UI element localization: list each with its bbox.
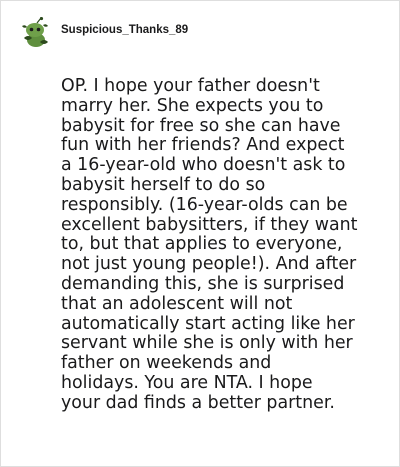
comment-line: responsibly. (16-year-olds can be [61,194,348,215]
comment-header: Suspicious_Thanks_89 [19,15,188,51]
comment-line: your dad finds a better partner. [61,392,335,413]
comment-line: excellent babysitters, if they want [61,214,358,235]
username-link[interactable]: Suspicious_Thanks_89 [61,24,188,36]
avatar[interactable] [19,16,53,50]
comment-line: automatically start acting like her [61,313,355,334]
comment-line: marry her. She expects you to [61,95,324,116]
comment-line: that an adolescent will not [61,293,293,314]
comment-line: a 16-year-old who doesn't ask to [61,155,346,176]
comment-line: to, but that applies to everyone, [61,234,343,255]
comment-line: not just young people!). And after [61,254,357,275]
comment-line: fun with her friends? And expect [61,135,345,156]
comment-line: OP. I hope your father doesn't [61,76,320,96]
comment-card: Suspicious_Thanks_89 OP. I hope your fat… [0,0,400,467]
comment-line: servant while she is only with her [61,333,353,354]
comment-body: OP. I hope your father doesn't marry her… [61,76,397,414]
comment-line: babysit for free so she can have [61,115,341,136]
snoo-avatar-icon [19,16,53,50]
comment-line: demanding this, she is surprised [61,273,345,294]
comment-line: holidays. You are NTA. I hope [61,372,313,393]
comment-line: father on weekends and [61,353,272,374]
comment-line: babysit herself to do so [61,174,266,195]
